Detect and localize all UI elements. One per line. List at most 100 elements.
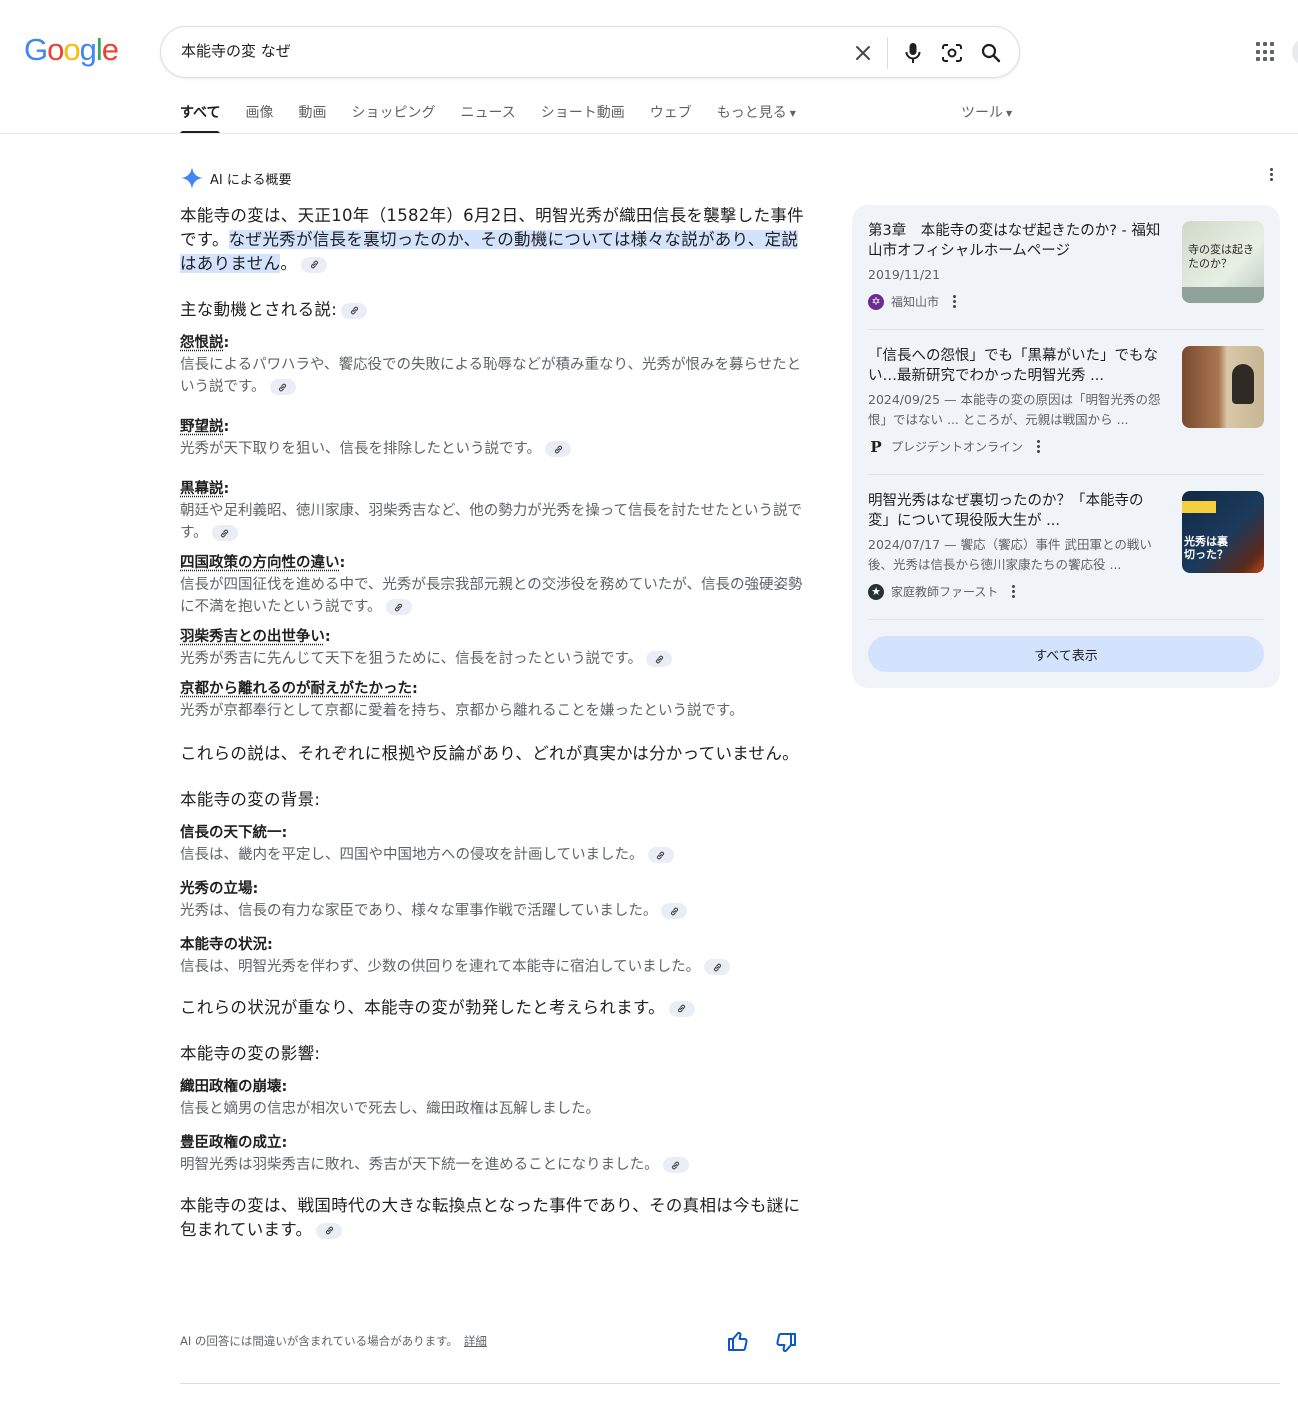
motive-item: 羽柴秀吉との出世争い: 光秀が秀吉に先んじて天下を狙うために、信長を討ったという…: [180, 626, 810, 670]
section-divider: [180, 1383, 1280, 1384]
lead-highlight: なぜ光秀が信長を裏切ったのか、その動機については様々な説があり、定説はありません: [180, 230, 798, 273]
ai-overview-header: AI による概要: [180, 166, 291, 190]
background-title: 光秀の立場: [180, 881, 253, 897]
header-divider: [0, 133, 1298, 134]
source-card[interactable]: 「信長への怨恨」でも「黒幕がいた」でもない…最新研究でわかった明智光秀 ... …: [868, 346, 1264, 456]
source-card[interactable]: 第3章 本能寺の変はなぜ起きたのか? - 福知山市オフィシャルホームページ 20…: [868, 221, 1264, 321]
ai-overview-body: 本能寺の変は、天正10年（1582年）6月2日、明智光秀が織田信長を襲撃した事件…: [180, 204, 810, 1242]
clear-icon[interactable]: [849, 39, 877, 67]
search-input[interactable]: [181, 41, 821, 59]
source-separator: [868, 619, 1264, 620]
portrait-figure-icon: [1232, 364, 1254, 404]
tab-videos[interactable]: 動画: [298, 102, 326, 134]
link-icon: [393, 602, 404, 613]
katei-kyoshi-favicon-icon: ★: [868, 584, 884, 600]
ai-sparkle-icon: [180, 166, 204, 190]
source-link-chip[interactable]: [270, 379, 296, 395]
tab-news[interactable]: ニュース: [460, 102, 515, 134]
source-link-chip[interactable]: [386, 599, 412, 615]
tab-web[interactable]: ウェブ: [650, 102, 692, 134]
link-icon: [669, 906, 680, 917]
google-logo[interactable]: Google: [24, 32, 118, 68]
link-icon: [219, 528, 230, 539]
microphone-icon[interactable]: [899, 39, 927, 67]
source-title[interactable]: 第3章 本能寺の変はなぜ起きたのか? - 福知山市オフィシャルホームページ: [868, 221, 1162, 261]
lens-camera-icon[interactable]: [938, 39, 966, 67]
sources-panel: 第3章 本能寺の変はなぜ起きたのか? - 福知山市オフィシャルホームページ 20…: [852, 205, 1280, 688]
source-options-icon[interactable]: [1037, 440, 1040, 453]
conclusion: 本能寺の変は、戦国時代の大きな転換点となった事件であり、その真相は今も謎に包まれ…: [180, 1194, 810, 1242]
impact-title: 豊臣政権の成立: [180, 1135, 282, 1151]
background-item: 信長の天下統一: 信長は、畿内を平定し、四国や中国地方への侵攻を計画していました…: [180, 822, 810, 866]
tab-shopping[interactable]: ショッピング: [351, 102, 435, 134]
background-desc: 光秀は、信長の有力な家臣であり、様々な軍事作戦で活躍していました。: [180, 903, 657, 919]
background-desc: 信長は、明智光秀を伴わず、少数の供回りを連れて本能寺に宿泊していました。: [180, 959, 700, 975]
search-icon[interactable]: [977, 39, 1005, 67]
link-icon: [309, 259, 320, 270]
link-icon: [676, 1003, 687, 1014]
source-site-name: プレジデントオンライン: [891, 438, 1023, 455]
source-thumbnail: 光秀は裏切った？: [1182, 491, 1264, 573]
background-heading: 本能寺の変の背景:: [180, 788, 810, 812]
source-link-chip[interactable]: [663, 1157, 689, 1173]
thumbs-down-icon[interactable]: [775, 1332, 797, 1354]
source-link-chip[interactable]: [646, 651, 672, 667]
source-options-icon[interactable]: [1012, 585, 1015, 598]
search-box[interactable]: [160, 26, 1020, 78]
source-link-chip[interactable]: [545, 441, 571, 457]
background-item: 光秀の立場: 光秀は、信長の有力な家臣であり、様々な軍事作戦で活躍していました。: [180, 878, 810, 922]
source-link-chip[interactable]: [669, 1001, 695, 1017]
link-icon: [712, 962, 723, 973]
source-link-chip[interactable]: [316, 1223, 342, 1239]
source-link-chip[interactable]: [212, 525, 238, 541]
lead-end: 。: [280, 254, 297, 273]
background-desc: 信長は、畿内を平定し、四国や中国地方への侵攻を計画していました。: [180, 847, 644, 863]
link-icon: [349, 305, 360, 316]
fukuchiyama-favicon-icon: ✡: [868, 294, 884, 310]
learn-more-link[interactable]: 詳細: [464, 1334, 487, 1348]
tab-images[interactable]: 画像: [245, 102, 273, 134]
tab-more[interactable]: もっと見る ▼: [717, 102, 796, 134]
source-link-chip[interactable]: [341, 303, 367, 319]
source-site-name: 家庭教師ファースト: [891, 583, 998, 600]
caret-down-icon: ▼: [1006, 109, 1012, 118]
more-options-icon[interactable]: [1262, 168, 1280, 188]
background-summary: これらの状況が重なり、本能寺の変が勃発したと考えられます。: [180, 996, 810, 1020]
motives-summary: これらの説は、それぞれに根拠や反論があり、どれが真実かは分かっていません。: [180, 742, 810, 766]
apps-grid-icon[interactable]: [1254, 40, 1278, 64]
source-thumbnail: [1182, 346, 1264, 428]
source-site-name: 福知山市: [891, 293, 939, 310]
source-snippet: 2024/07/17 — 饗応（饗応）事件 武田軍との戦い後、光秀は信長から徳川…: [868, 535, 1170, 575]
impact-title: 織田政権の崩壊: [180, 1079, 282, 1095]
source-separator: [868, 474, 1264, 475]
source-card[interactable]: 明智光秀はなぜ裏切ったのか？「本能寺の変」について現役阪大生が ... 2024…: [868, 491, 1264, 601]
source-link-chip[interactable]: [648, 847, 674, 863]
impact-heading: 本能寺の変の影響:: [180, 1042, 810, 1066]
source-site: ✡ 福知山市: [868, 293, 956, 310]
tab-short-videos[interactable]: ショート動画: [541, 102, 625, 134]
search-tabs: すべて 画像 動画 ショッピング ニュース ショート動画 ウェブ もっと見る ▼: [180, 102, 821, 134]
thumbs-up-icon[interactable]: [727, 1330, 749, 1352]
motives-heading: 主な動機とされる説:: [180, 298, 810, 322]
source-options-icon[interactable]: [953, 295, 956, 308]
tab-all[interactable]: すべて: [180, 102, 220, 134]
account-avatar[interactable]: [1292, 38, 1298, 66]
impact-desc: 明智光秀は羽柴秀吉に敗れ、秀吉が天下統一を進めることになりました。: [180, 1157, 659, 1173]
impact-item: 織田政権の崩壊: 信長と嫡男の信忠が相次いで死去し、織田政権は瓦解しました。: [180, 1076, 810, 1120]
ai-disclaimer: AI の回答には間違いが含まれている場合があります。 詳細: [180, 1333, 487, 1349]
source-link-chip[interactable]: [704, 959, 730, 975]
motive-title: 羽柴秀吉との出世争い: [180, 629, 325, 645]
show-all-button[interactable]: すべて表示: [868, 636, 1264, 672]
motive-item: 怨恨説: 信長によるパワハラや、饗応役での失敗による恥辱などが積み重なり、光秀が…: [180, 332, 810, 398]
president-favicon-icon: P: [868, 439, 884, 455]
source-link-chip[interactable]: [661, 903, 687, 919]
source-title[interactable]: 「信長への怨恨」でも「黒幕がいた」でもない…最新研究でわかった明智光秀 ...: [868, 346, 1162, 386]
link-icon: [654, 654, 665, 665]
background-title: 本能寺の状況: [180, 937, 267, 953]
source-separator: [868, 329, 1264, 330]
link-icon: [277, 382, 288, 393]
impact-desc: 信長と嫡男の信忠が相次いで死去し、織田政権は瓦解しました。: [180, 1101, 600, 1117]
tools-button[interactable]: ツール ▼: [961, 102, 1012, 122]
source-link-chip[interactable]: [301, 257, 327, 273]
source-title[interactable]: 明智光秀はなぜ裏切ったのか？「本能寺の変」について現役阪大生が ...: [868, 491, 1162, 531]
